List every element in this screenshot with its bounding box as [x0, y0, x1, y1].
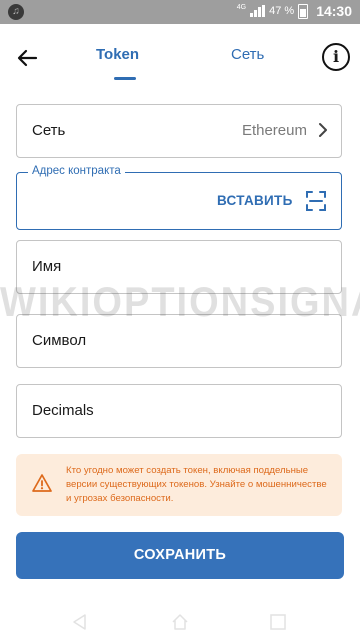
network-value: Ethereum [241, 122, 307, 139]
name-placeholder: Имя [32, 258, 62, 275]
info-icon[interactable]: i [322, 43, 350, 71]
header: Token Сеть i [0, 24, 360, 96]
clock: 14:30 [316, 3, 352, 19]
network-label: Сеть [32, 122, 66, 139]
nav-home-icon[interactable] [170, 612, 190, 632]
add-token-sheet: Token Сеть i Сеть Ethereum Адрес контрак… [0, 24, 360, 640]
network-type: 4G [236, 3, 247, 11]
signal-icon [250, 5, 266, 17]
contract-address-input[interactable] [31, 193, 205, 212]
watermark: WIKIOPTIONSIGNALS.COM [0, 279, 360, 327]
tab-network[interactable]: Сеть [231, 46, 264, 63]
chevron-right-icon [319, 123, 327, 137]
nav-recents-icon[interactable] [268, 612, 288, 632]
network-selector[interactable]: Сеть Ethereum [16, 104, 342, 158]
back-arrow-icon[interactable] [14, 44, 42, 72]
system-nav-bar [0, 604, 360, 640]
warning-banner: Кто угодно может создать токен, включая … [16, 454, 342, 516]
paste-button[interactable]: ВСТАВИТЬ [217, 193, 293, 208]
qr-scan-icon[interactable] [305, 190, 327, 212]
active-tab-indicator [114, 77, 136, 80]
tab-token[interactable]: Token [96, 46, 139, 63]
decimals-placeholder: Decimals [32, 402, 94, 419]
contract-address-field[interactable]: Адрес контракта ВСТАВИТЬ [16, 165, 342, 230]
music-note-icon: ♫ [8, 4, 24, 20]
nav-back-icon[interactable] [70, 612, 90, 632]
status-right: 4G 47 % 14:30 [237, 3, 352, 19]
warning-triangle-icon [32, 474, 52, 492]
battery-icon [298, 3, 309, 19]
symbol-placeholder: Символ [32, 332, 87, 349]
save-button[interactable]: СОХРАНИТЬ [16, 532, 344, 579]
contract-address-label: Адрес контракта [28, 165, 125, 177]
status-bar: ♫ 4G 47 % 14:30 [0, 0, 360, 24]
warning-text: Кто угодно может создать токен, включая … [66, 465, 327, 504]
decimals-field[interactable]: Decimals [16, 384, 342, 438]
battery-percent: 47 % [269, 5, 295, 17]
